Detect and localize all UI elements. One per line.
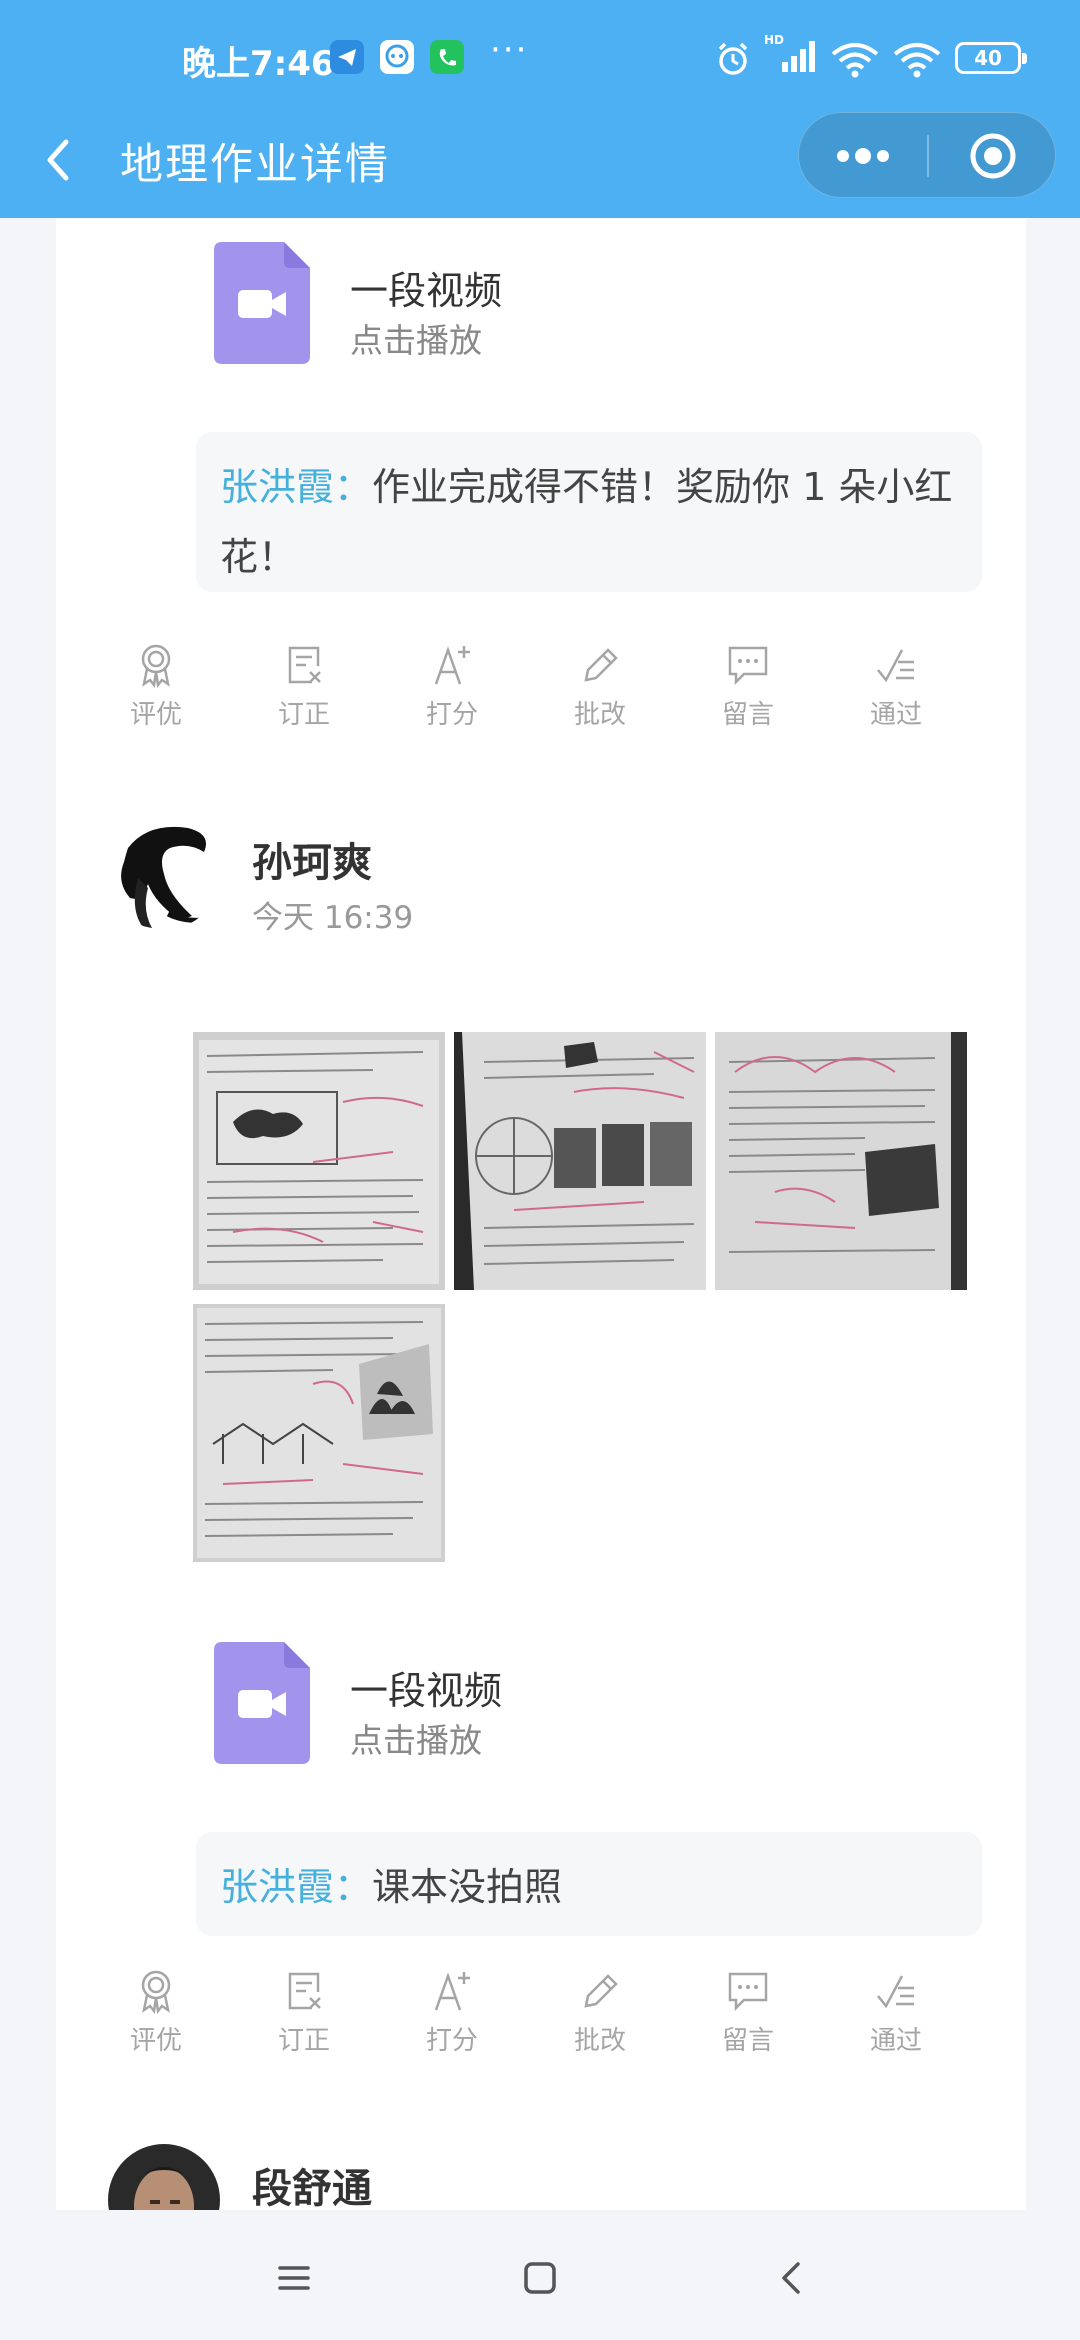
- action-label: 打分: [425, 700, 478, 730]
- action-label: 批改: [573, 2026, 626, 2056]
- approve-action[interactable]: 通过: [836, 642, 956, 752]
- correct-action[interactable]: 订正: [244, 642, 364, 752]
- score-icon: [434, 1972, 470, 2011]
- edit-action[interactable]: 批改: [540, 1968, 660, 2078]
- grading-actions: 评优 订正 打分 批改 留言 通过: [96, 642, 984, 752]
- score-action[interactable]: 打分: [392, 1968, 512, 2078]
- edit-pencil-icon: [584, 648, 618, 682]
- back-icon: [782, 2262, 800, 2294]
- homework-photo[interactable]: [193, 1032, 445, 1290]
- action-label: 留言: [721, 2026, 774, 2056]
- more-button[interactable]: [799, 113, 927, 199]
- approve-icon: [877, 1975, 914, 2009]
- action-label: 打分: [425, 2026, 478, 2056]
- signal-icon: HD: [764, 32, 820, 80]
- correct-icon: [288, 1972, 321, 2010]
- edit-action[interactable]: 批改: [540, 642, 660, 752]
- correct-action[interactable]: 订正: [244, 1968, 364, 2078]
- award-icon: [141, 1970, 171, 2014]
- back-icon: [47, 139, 69, 181]
- student-name: 孙珂爽: [252, 840, 372, 886]
- approve-action[interactable]: 通过: [836, 1968, 956, 2078]
- homework-photo[interactable]: [715, 1032, 967, 1290]
- miniprogram-capsule: [798, 112, 1056, 198]
- message-icon: [728, 1972, 768, 2012]
- teacher-comment: 张洪霞：作业完成得不错！奖励你 1 朵小红花！: [196, 432, 982, 592]
- alarm-icon: [714, 40, 752, 82]
- app-header: 晚上7:46 ··· HD 40 地理作业详情: [0, 0, 1080, 218]
- home-button[interactable]: [510, 2248, 570, 2308]
- page-title: 地理作业详情: [120, 140, 390, 190]
- video-play-hint: 点击播放: [350, 1721, 482, 1760]
- video-title: 一段视频: [350, 1669, 503, 1713]
- action-label: 评优: [129, 2026, 182, 2056]
- svg-text:HD: HD: [764, 33, 784, 47]
- student-name: 段舒通: [252, 2166, 372, 2212]
- video-attachment[interactable]: 一段视频 点击播放: [214, 242, 714, 372]
- video-attachment[interactable]: 一段视频 点击播放: [214, 1642, 714, 1772]
- message-icon: [728, 646, 768, 686]
- teacher-comment: 张洪霞：课本没拍照: [196, 1832, 982, 1936]
- system-nav-bar: [0, 2210, 1080, 2340]
- action-label: 留言: [721, 700, 774, 730]
- menu-button[interactable]: [264, 2248, 324, 2308]
- ink-figure-avatar-image: [108, 818, 220, 930]
- back-button[interactable]: [36, 130, 84, 190]
- close-button[interactable]: [929, 113, 1057, 199]
- wifi-icon-secondary: [892, 40, 942, 84]
- nav-bar: 地理作业详情: [0, 112, 1080, 204]
- approve-icon: [877, 649, 914, 683]
- wifi-icon: [830, 40, 880, 84]
- comment-text: 课本没拍照: [372, 1865, 563, 1909]
- action-label: 评优: [129, 700, 182, 730]
- action-label: 批改: [573, 700, 626, 730]
- grading-actions: 评优 订正 打分 批改 留言 通过: [96, 1968, 984, 2078]
- correct-icon: [288, 646, 321, 684]
- award-action[interactable]: 评优: [96, 1968, 216, 2078]
- award-action[interactable]: 评优: [96, 642, 216, 752]
- comment-author: 张洪霞：: [220, 465, 373, 509]
- submissions-card: 一段视频 点击播放 张洪霞：作业完成得不错！奖励你 1 朵小红花！ 评优 订正 …: [56, 218, 1026, 2256]
- video-title: 一段视频: [350, 269, 503, 313]
- more-icon: [837, 148, 889, 164]
- award-icon: [141, 644, 171, 688]
- submission-time: 今天 16:39: [252, 900, 414, 936]
- action-label: 订正: [277, 700, 330, 730]
- score-icon: [434, 646, 470, 685]
- homework-photo[interactable]: [193, 1304, 445, 1562]
- home-icon: [524, 2262, 556, 2294]
- status-time: 晚上7:46: [182, 44, 335, 84]
- status-bar: 晚上7:46 ··· HD 40: [0, 28, 1080, 88]
- battery-indicator: 40: [955, 42, 1027, 74]
- video-file-icon: [214, 242, 310, 364]
- action-label: 通过: [869, 700, 922, 730]
- edit-pencil-icon: [584, 1974, 618, 2008]
- comment-author: 张洪霞：: [220, 1865, 373, 1909]
- homework-photo[interactable]: [454, 1032, 706, 1290]
- message-action[interactable]: 留言: [688, 1968, 808, 2078]
- score-action[interactable]: 打分: [392, 642, 512, 752]
- action-label: 订正: [277, 2026, 330, 2056]
- message-action[interactable]: 留言: [688, 642, 808, 752]
- close-target-icon: [970, 133, 1016, 179]
- video-play-hint: 点击播放: [350, 321, 482, 360]
- more-notifications: ···: [490, 30, 529, 70]
- video-file-icon: [214, 1642, 310, 1764]
- menu-icon: [278, 2266, 310, 2290]
- action-label: 通过: [869, 2026, 922, 2056]
- system-back-button[interactable]: [762, 2248, 822, 2308]
- telegram-app-icon: [330, 40, 364, 74]
- chat-app-icon: [380, 40, 414, 74]
- avatar[interactable]: [108, 818, 220, 930]
- phone-app-icon: [430, 40, 464, 74]
